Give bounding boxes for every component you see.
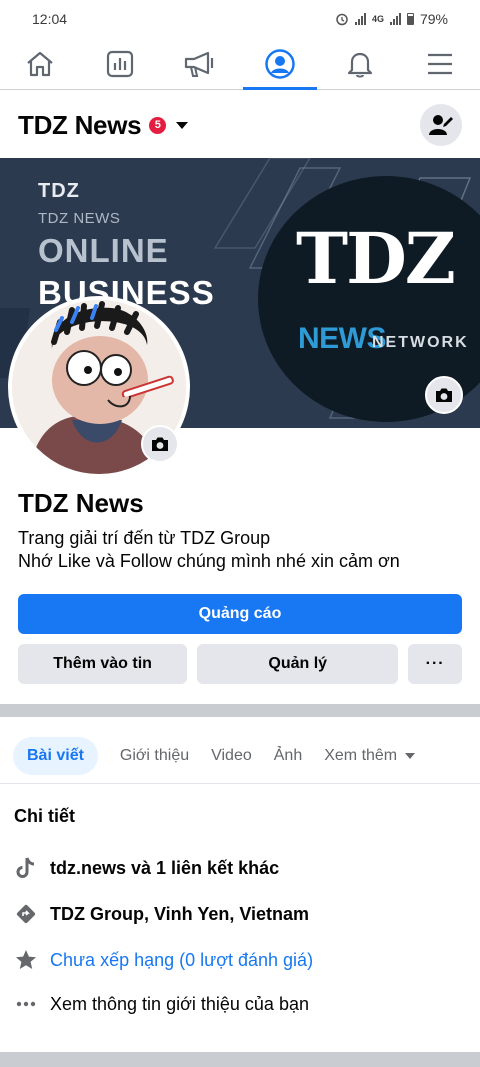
tiktok-icon bbox=[14, 856, 38, 880]
nav-tab-profile[interactable] bbox=[240, 38, 320, 90]
network-type: 4G bbox=[371, 14, 384, 24]
page-name: TDZ News bbox=[18, 488, 144, 518]
cover-line-online: ONLINE bbox=[38, 232, 169, 269]
nav-tab-notifications[interactable] bbox=[320, 38, 400, 89]
bell-icon bbox=[347, 52, 373, 77]
notification-badge: 5 bbox=[149, 116, 167, 134]
megaphone-icon bbox=[184, 51, 214, 77]
bio-line-2: Nhớ Like và Follow chúng mình nhé xin cả… bbox=[18, 551, 400, 571]
detail-see-about-text: Xem thông tin giới thiệu của bạn bbox=[50, 993, 309, 1014]
tab-see-more-label: Xem thêm bbox=[324, 746, 398, 764]
more-dots-icon bbox=[14, 992, 38, 1016]
add-to-story-button[interactable]: Thêm vào tin bbox=[18, 644, 188, 684]
status-time: 12:04 bbox=[32, 11, 68, 27]
tab-about[interactable]: Giới thiệu bbox=[120, 747, 189, 765]
detail-see-about[interactable]: Xem thông tin giới thiệu của bạn bbox=[14, 989, 474, 1019]
section-divider bbox=[0, 704, 480, 717]
location-icon bbox=[14, 902, 38, 926]
details-heading: Chi tiết bbox=[14, 806, 75, 826]
page-title[interactable]: TDZ News bbox=[18, 110, 142, 141]
chevron-down-icon bbox=[405, 752, 416, 759]
battery-level: 79% bbox=[419, 11, 448, 27]
cover-network-text: NETWORK bbox=[372, 334, 469, 351]
signal-icon-2 bbox=[389, 13, 401, 25]
detail-links[interactable]: tdz.news và 1 liên kết khác bbox=[14, 853, 474, 883]
alarm-icon bbox=[336, 13, 348, 26]
cover-logo-small: TDZ bbox=[38, 180, 80, 202]
edit-profile-picture-button[interactable] bbox=[141, 425, 179, 463]
edit-cover-button[interactable] bbox=[425, 376, 463, 414]
page-tabs: Bài viết Giới thiệu Video Ảnh Xem thêm bbox=[0, 728, 480, 784]
tab-photos[interactable]: Ảnh bbox=[274, 747, 302, 765]
battery-icon bbox=[406, 13, 414, 25]
detail-rating-text[interactable]: Chưa xếp hạng (0 lượt đánh giá) bbox=[50, 950, 313, 971]
promote-button[interactable]: Quảng cáo bbox=[18, 594, 462, 634]
nav-tab-menu[interactable] bbox=[400, 38, 480, 89]
home-icon bbox=[27, 51, 53, 76]
page-header: TDZ News 5 bbox=[0, 92, 480, 158]
tab-see-more[interactable]: Xem thêm bbox=[324, 746, 416, 765]
profile-icon bbox=[265, 48, 295, 79]
bio-line-1: Trang giải trí đến từ TDZ Group bbox=[18, 528, 271, 548]
action-row: Thêm vào tin Quản lý ··· bbox=[18, 644, 462, 684]
status-bar: 12:04 4G 79% bbox=[0, 0, 480, 38]
manage-button[interactable]: Quản lý bbox=[197, 644, 399, 684]
menu-icon bbox=[428, 53, 452, 74]
chevron-down-icon[interactable] bbox=[176, 121, 189, 129]
cover-subtitle: TDZ NEWS bbox=[38, 210, 121, 227]
tab-videos[interactable]: Video bbox=[211, 747, 252, 765]
signal-icon bbox=[354, 13, 366, 25]
nav-tab-insights[interactable] bbox=[80, 38, 160, 89]
camera-icon bbox=[436, 388, 452, 402]
tab-posts[interactable]: Bài viết bbox=[13, 736, 98, 775]
more-options-button[interactable]: ··· bbox=[408, 644, 462, 684]
nav-tab-home[interactable] bbox=[0, 38, 80, 89]
detail-location-text: TDZ Group, Vinh Yen, Vietnam bbox=[50, 903, 310, 924]
star-icon bbox=[14, 948, 38, 972]
section-divider-bottom bbox=[0, 1052, 480, 1067]
detail-links-text: tdz.news và 1 liên kết khác bbox=[50, 857, 280, 878]
detail-location[interactable]: TDZ Group, Vinh Yen, Vietnam bbox=[14, 899, 474, 929]
page-bio: Trang giải trí đến từ TDZ Group Nhớ Like… bbox=[18, 527, 400, 573]
insights-icon bbox=[106, 50, 134, 77]
cover-brand-logo: TDZ bbox=[296, 217, 456, 300]
top-nav bbox=[0, 38, 480, 90]
switch-profile-button[interactable] bbox=[420, 104, 462, 146]
detail-rating[interactable]: Chưa xếp hạng (0 lượt đánh giá) bbox=[14, 945, 474, 975]
nav-tab-ads[interactable] bbox=[160, 38, 240, 89]
camera-icon bbox=[152, 437, 168, 451]
user-edit-icon bbox=[429, 115, 453, 135]
